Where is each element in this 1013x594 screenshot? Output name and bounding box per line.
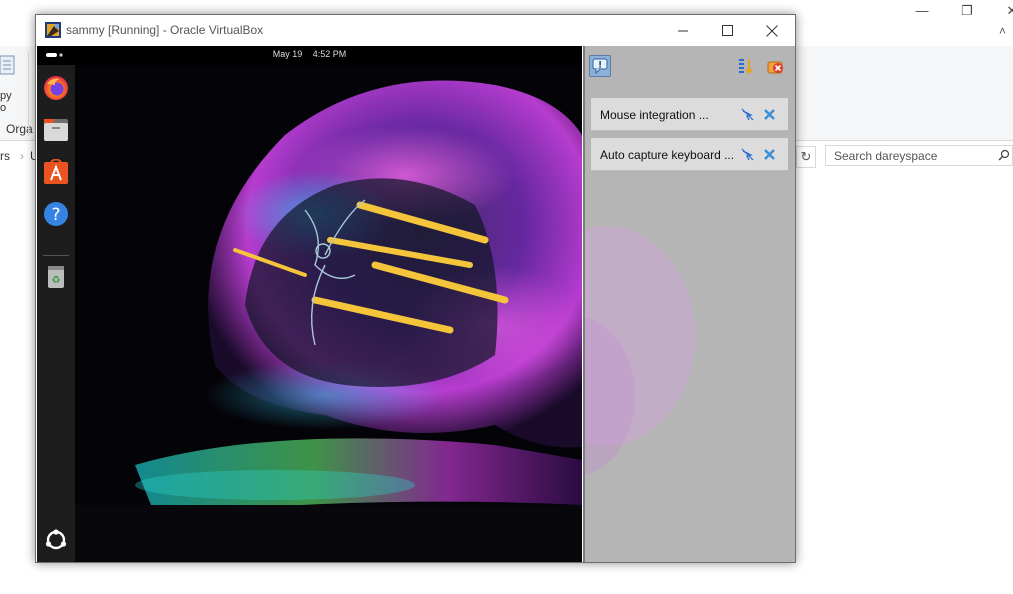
software-center-icon[interactable]: [43, 159, 69, 185]
dismiss-icon[interactable]: [763, 108, 776, 121]
search-icon: [998, 149, 1010, 161]
desktop-wallpaper: [75, 65, 582, 562]
minimize-icon[interactable]: —: [900, 2, 944, 20]
toggle-notification-center-button[interactable]: [589, 55, 611, 77]
notification-center: Mouse integration ... Auto capture keybo…: [583, 46, 795, 562]
svg-text:♻: ♻: [52, 275, 61, 286]
gnome-top-bar: May 19 4:52 PM: [37, 46, 582, 65]
trash-icon[interactable]: ♻: [43, 264, 69, 290]
refresh-icon[interactable]: ↻: [796, 146, 816, 168]
close-button[interactable]: [749, 15, 795, 46]
dock-separator: [43, 255, 69, 256]
time-text: 4:52 PM: [312, 49, 347, 59]
notification-label: Mouse integration ...: [600, 108, 709, 122]
dont-show-again-icon[interactable]: [741, 148, 754, 161]
firefox-icon[interactable]: [43, 75, 69, 101]
date-text: May 19: [272, 49, 303, 59]
sort-icon: [739, 59, 753, 75]
dismiss-all-button[interactable]: [765, 55, 787, 77]
ribbon-copy-label[interactable]: py: [0, 90, 12, 102]
copy-path-icon[interactable]: [0, 54, 18, 80]
vm-display[interactable]: May 19 4:52 PM ? ♻: [37, 46, 582, 562]
help-icon[interactable]: ?: [43, 201, 69, 227]
chevron-up-icon[interactable]: ˄: [999, 24, 1006, 38]
svg-text:?: ?: [51, 205, 60, 225]
notification-item[interactable]: Mouse integration ...: [591, 98, 788, 131]
wallpaper-bleed-through: [585, 226, 695, 475]
show-apps-icon[interactable]: [43, 527, 69, 553]
maximize-button[interactable]: [704, 15, 750, 46]
notification-bubble-icon: [592, 58, 608, 74]
minimize-button[interactable]: [660, 15, 706, 46]
notification-item[interactable]: Auto capture keyboard ...: [591, 138, 788, 171]
dismiss-icon[interactable]: [763, 148, 776, 161]
restore-icon[interactable]: ❐: [945, 2, 989, 20]
minimize-icon: [677, 30, 688, 32]
window-title: sammy [Running] - Oracle VirtualBox: [66, 23, 264, 37]
close-icon[interactable]: ✕: [990, 2, 1013, 20]
dismiss-all-icon: [767, 61, 783, 74]
dont-show-again-icon[interactable]: [741, 108, 754, 121]
breadcrumb-fragment[interactable]: rs: [0, 149, 10, 163]
ribbon-copy-label-2[interactable]: o: [0, 102, 6, 114]
virtualbox-window: sammy [Running] - Oracle VirtualBox May …: [35, 14, 796, 563]
close-icon: [766, 24, 778, 37]
breadcrumb-chevron-icon: ›: [20, 149, 24, 163]
title-bar[interactable]: sammy [Running] - Oracle VirtualBox: [36, 15, 795, 46]
search-input[interactable]: Search dareyspace: [825, 145, 1013, 166]
maximize-icon: [721, 25, 733, 36]
notification-label: Auto capture keyboard ...: [600, 148, 735, 162]
search-placeholder: Search dareyspace: [834, 149, 938, 163]
files-icon[interactable]: [43, 117, 69, 143]
clock[interactable]: May 19 4:52 PM: [37, 49, 582, 59]
virtualbox-app-icon: [45, 22, 61, 38]
ubuntu-dock: ? ♻: [37, 65, 75, 562]
sort-notifications-button[interactable]: [735, 55, 757, 77]
ribbon-divider: [28, 52, 29, 136]
